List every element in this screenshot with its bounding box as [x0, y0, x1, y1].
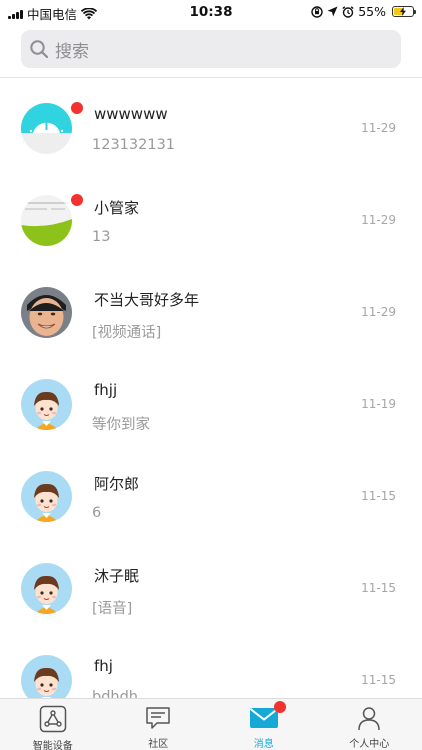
conversation-date: 11-19	[361, 397, 396, 411]
conversation-name: 阿尔郎	[94, 475, 140, 493]
search-icon	[30, 40, 49, 59]
tab-unread-badge	[274, 701, 286, 713]
conversation-list[interactable]: wwwwww 123132131 11-29 小管家 13 11-29 不当大哥…	[0, 78, 422, 698]
person-photo-icon	[21, 287, 72, 338]
avatar-scale-device	[21, 103, 72, 154]
cartoon-boy-icon	[21, 563, 72, 614]
conversation-preview: 6	[92, 505, 102, 521]
avatar-person-photo	[21, 287, 72, 338]
conversation-name: 不当大哥好多年	[94, 291, 200, 309]
charging-bolt-icon	[400, 7, 406, 16]
tab-community[interactable]: 社区	[106, 699, 212, 750]
conversation-preview: 13	[92, 229, 111, 245]
status-right: 55%	[311, 4, 416, 19]
conversation-item[interactable]: fhj bdhdh 11-15	[0, 630, 422, 698]
conversation-preview: bdhdh	[92, 689, 138, 698]
cartoon-boy-icon	[21, 379, 72, 430]
tab-label: 个人中心	[349, 739, 390, 750]
scale-icon	[21, 103, 72, 154]
tab-label: 消息	[253, 739, 274, 750]
conversation-preview: [视频通话]	[92, 325, 162, 341]
tab-messages[interactable]: 消息	[211, 699, 317, 750]
conversation-date: 11-15	[361, 581, 396, 595]
status-bar: 中国电信 10:38 55%	[0, 0, 422, 24]
person-icon	[354, 705, 384, 731]
conversation-item[interactable]: 小管家 13 11-29	[0, 170, 422, 262]
conversation-preview: 123132131	[92, 137, 176, 153]
tab-smart-devices[interactable]: 智能设备	[0, 699, 106, 750]
conversation-date: 11-29	[361, 213, 396, 227]
tab-label: 社区	[148, 739, 169, 750]
unread-badge	[71, 102, 83, 114]
green-photo-icon	[21, 195, 72, 246]
share-nodes-icon	[38, 705, 68, 733]
conversation-name: wwwwww	[94, 105, 168, 123]
orientation-lock-icon	[311, 5, 323, 18]
bottom-tab-bar: 智能设备 社区 消息 个人中心	[0, 698, 422, 750]
conversation-date: 11-15	[361, 489, 396, 503]
battery-icon	[392, 6, 416, 17]
conversation-item[interactable]: 沐子眠 [语音] 11-15	[0, 538, 422, 630]
avatar-cartoon-boy	[21, 563, 72, 614]
alarm-icon	[342, 5, 354, 18]
conversation-name: 沐子眠	[94, 567, 140, 585]
conversation-date: 11-29	[361, 121, 396, 135]
location-arrow-icon	[327, 6, 338, 17]
conversation-name: fhj	[94, 657, 113, 675]
tab-profile[interactable]: 个人中心	[317, 699, 422, 750]
search-placeholder: 搜索	[55, 41, 89, 62]
conversation-name: 小管家	[94, 199, 140, 217]
cartoon-boy-icon	[21, 655, 72, 698]
avatar-cartoon-boy	[21, 379, 72, 430]
cartoon-boy-icon	[21, 471, 72, 522]
conversation-item[interactable]: 阿尔郎 6 11-15	[0, 446, 422, 538]
conversation-preview: 等你到家	[92, 417, 150, 433]
conversation-item[interactable]: 不当大哥好多年 [视频通话] 11-29	[0, 262, 422, 354]
avatar-cartoon-boy	[21, 655, 72, 698]
conversation-date: 11-29	[361, 305, 396, 319]
chat-bubble-icon	[143, 705, 173, 731]
conversation-item[interactable]: wwwwww 123132131 11-29	[0, 78, 422, 170]
conversation-date: 11-15	[361, 673, 396, 687]
battery-percent: 55%	[358, 4, 386, 19]
search-input[interactable]: 搜索	[21, 30, 401, 68]
tab-label: 智能设备	[32, 741, 73, 750]
avatar-green-photo	[21, 195, 72, 246]
avatar-cartoon-boy	[21, 471, 72, 522]
unread-badge	[71, 194, 83, 206]
conversation-name: fhjj	[94, 381, 118, 399]
conversation-item[interactable]: fhjj 等你到家 11-19	[0, 354, 422, 446]
conversation-preview: [语音]	[92, 601, 133, 617]
